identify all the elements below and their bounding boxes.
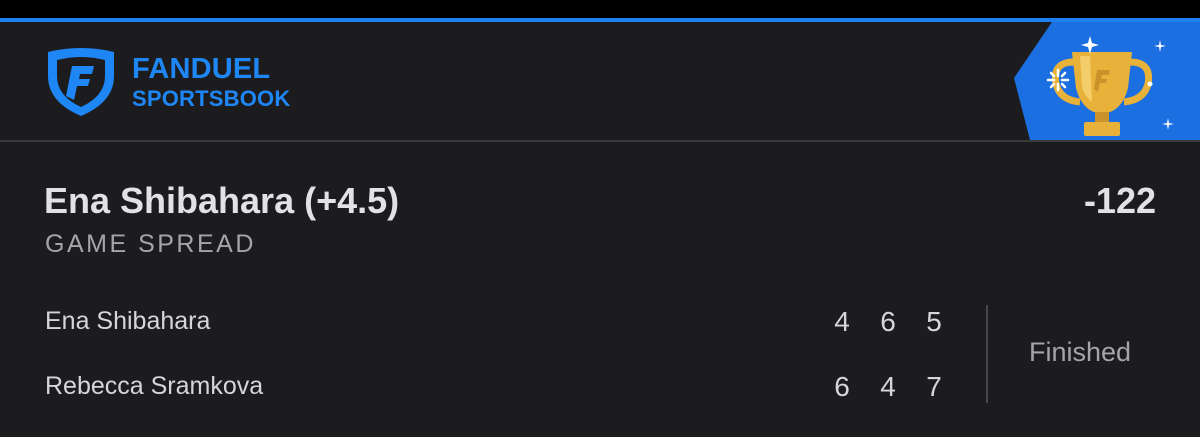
header-divider <box>0 140 1200 142</box>
player-name: Rebecca Sramkova <box>45 372 264 400</box>
set-score: 4 <box>834 306 850 337</box>
bet-market: GAME SPREAD <box>45 230 256 258</box>
match-status: Finished <box>1028 337 1132 367</box>
brand-subtitle: SPORTSBOOK <box>132 85 291 111</box>
trophy-badge <box>1000 22 1200 140</box>
bet-odds: -122 <box>1083 180 1156 221</box>
score-divider <box>986 305 988 403</box>
fanduel-shield-icon <box>42 46 120 118</box>
bet-selection: Ena Shibahara (+4.5) <box>44 180 400 221</box>
set-score: 6 <box>880 306 896 337</box>
header: FANDUEL SPORTSBOOK <box>0 22 1200 140</box>
fanduel-logo: FANDUEL SPORTSBOOK <box>42 46 290 118</box>
set-score: 5 <box>926 306 942 337</box>
top-bar <box>0 0 1200 18</box>
set-score: 7 <box>926 371 942 402</box>
set-score: 6 <box>834 371 850 402</box>
player-name: Ena Shibahara <box>45 307 211 335</box>
brand-name: FANDUEL <box>132 52 271 85</box>
set-score: 4 <box>880 371 896 402</box>
